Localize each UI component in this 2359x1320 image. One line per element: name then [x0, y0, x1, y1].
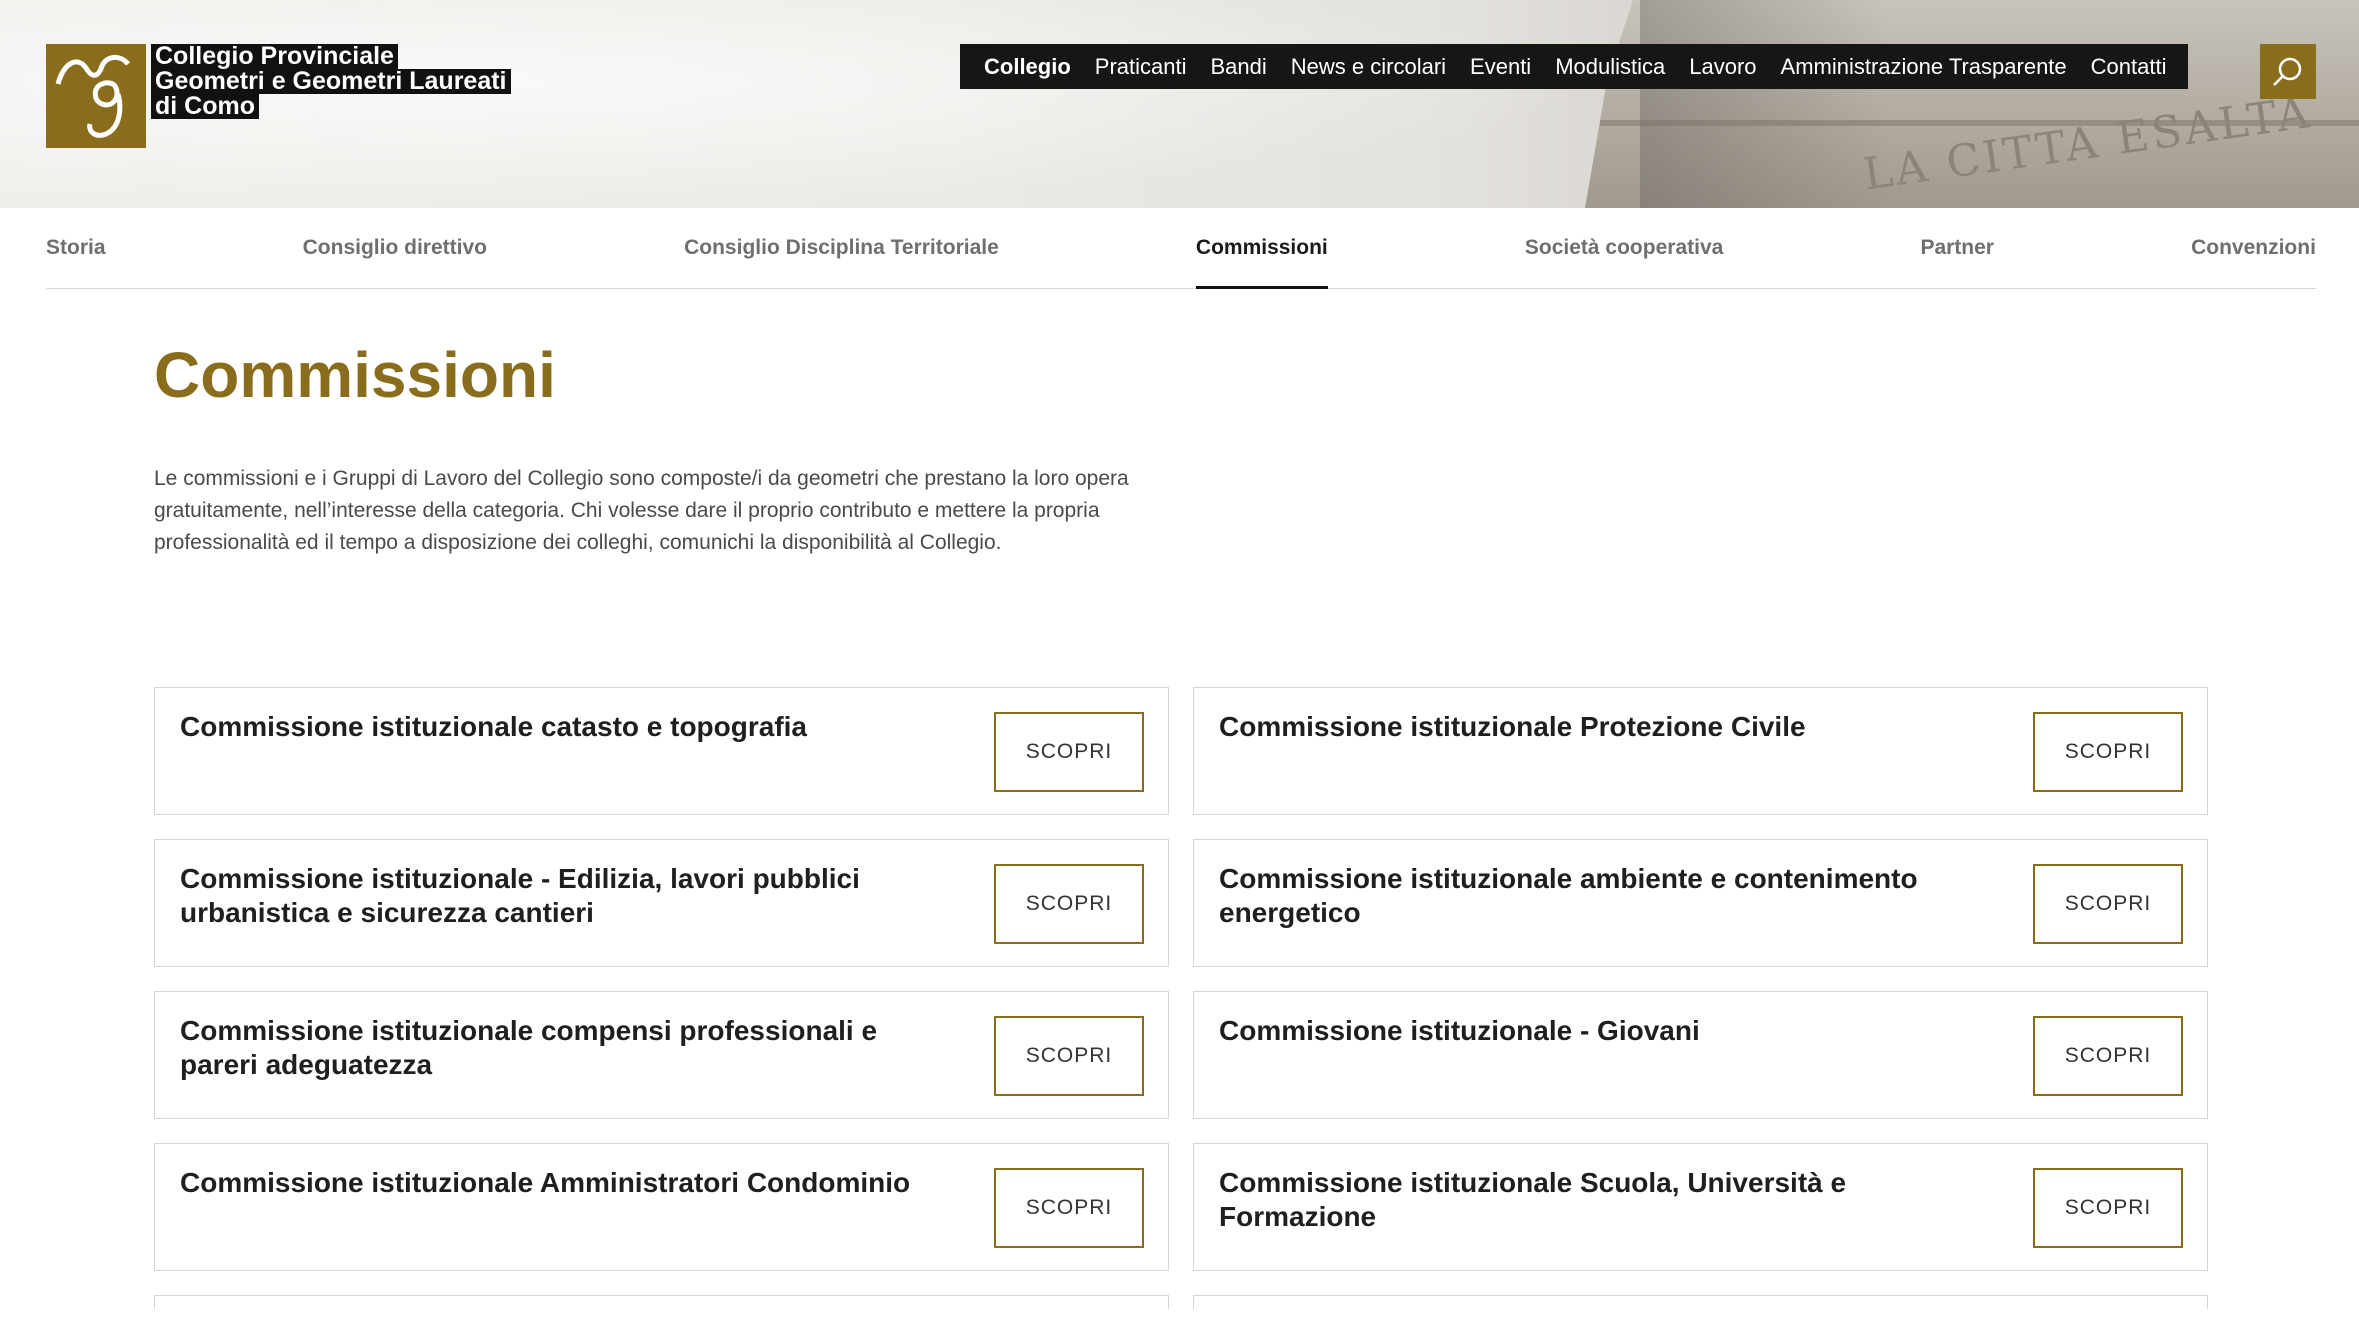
logo-line: Collegio Provinciale — [151, 44, 398, 69]
scopri-button[interactable]: SCOPRI — [994, 1168, 1144, 1248]
search-icon — [2273, 57, 2302, 86]
scopri-button[interactable]: SCOPRI — [2033, 712, 2183, 792]
section-subnav: Storia Consiglio direttivo Consiglio Dis… — [46, 208, 2316, 289]
logo-text: Collegio Provinciale Geometri e Geometri… — [151, 44, 511, 119]
subnav-item-convenzioni[interactable]: Convenzioni — [2191, 208, 2316, 288]
nav-item-lavoro[interactable]: Lavoro — [1677, 54, 1768, 80]
logo-mark-icon — [46, 44, 146, 148]
nav-item-collegio[interactable]: Collegio — [972, 54, 1083, 80]
subnav-item-partner[interactable]: Partner — [1920, 208, 1994, 288]
nav-item-eventi[interactable]: Eventi — [1458, 54, 1543, 80]
commission-card: Commissione istituzionale - Edilizia, la… — [154, 839, 1169, 967]
scopri-button[interactable]: SCOPRI — [994, 1016, 1144, 1096]
commission-card-partial — [154, 1295, 1169, 1309]
commission-card: Commissione istituzionale Scuola, Univer… — [1193, 1143, 2208, 1271]
nav-item-praticanti[interactable]: Praticanti — [1083, 54, 1199, 80]
commission-card: Commissione istituzionale ambiente e con… — [1193, 839, 2208, 967]
nav-item-modulistica[interactable]: Modulistica — [1543, 54, 1677, 80]
scopri-button[interactable]: SCOPRI — [2033, 1016, 2183, 1096]
commission-title: Commissione istituzionale Amministratori… — [180, 1167, 911, 1198]
commission-title: Commissione istituzionale catasto e topo… — [180, 711, 808, 742]
scopri-button[interactable]: SCOPRI — [994, 864, 1144, 944]
subnav-item-consiglio-direttivo[interactable]: Consiglio direttivo — [303, 208, 487, 288]
search-button[interactable] — [2260, 44, 2316, 99]
nav-item-contatti[interactable]: Contatti — [2079, 54, 2179, 80]
nav-item-news-e-circolari[interactable]: News e circolari — [1279, 54, 1458, 80]
page-title: Commissioni — [154, 339, 556, 411]
scopri-button[interactable]: SCOPRI — [2033, 864, 2183, 944]
site-logo[interactable]: Collegio Provinciale Geometri e Geometri… — [46, 44, 511, 148]
subnav-item-consiglio-disciplina[interactable]: Consiglio Disciplina Territoriale — [684, 208, 999, 288]
commission-title: Commissione istituzionale - Edilizia, la… — [180, 863, 860, 928]
commission-title: Commissione istituzionale Protezione Civ… — [1219, 711, 1806, 742]
commission-card: Commissione istituzionale Amministratori… — [154, 1143, 1169, 1271]
commission-card: Commissione istituzionale catasto e topo… — [154, 687, 1169, 815]
scopri-button[interactable]: SCOPRI — [2033, 1168, 2183, 1248]
subnav-item-societa-cooperativa[interactable]: Società cooperativa — [1525, 208, 1723, 288]
commission-title: Commissione istituzionale - Giovani — [1219, 1015, 1700, 1046]
logo-line: Geometri e Geometri Laureati — [151, 69, 511, 94]
main-navigation: Collegio Praticanti Bandi News e circola… — [960, 44, 2189, 89]
commission-card: Commissione istituzionale Protezione Civ… — [1193, 687, 2208, 815]
commission-title: Commissione istituzionale compensi profe… — [180, 1015, 878, 1080]
subnav-item-storia[interactable]: Storia — [46, 208, 106, 288]
commission-list: Commissione istituzionale catasto e topo… — [154, 687, 2208, 1309]
commission-card: Commissione istituzionale - Giovani SCOP… — [1193, 991, 2208, 1119]
commission-title: Commissione istituzionale Scuola, Univer… — [1219, 1167, 1847, 1232]
commission-card: Commissione istituzionale compensi profe… — [154, 991, 1169, 1119]
subnav-item-commissioni[interactable]: Commissioni — [1195, 208, 1328, 289]
monument-shade — [1640, 0, 1890, 208]
commission-card-partial — [1193, 1295, 2208, 1309]
intro-paragraph: Le commissioni e i Gruppi di Lavoro del … — [154, 467, 1129, 554]
nav-item-bandi[interactable]: Bandi — [1199, 54, 1279, 80]
scopri-button[interactable]: SCOPRI — [994, 712, 1144, 792]
commission-title: Commissione istituzionale ambiente e con… — [1219, 863, 1918, 928]
logo-line: di Como — [151, 94, 259, 119]
nav-item-amministrazione-trasparente[interactable]: Amministrazione Trasparente — [1769, 54, 2079, 80]
